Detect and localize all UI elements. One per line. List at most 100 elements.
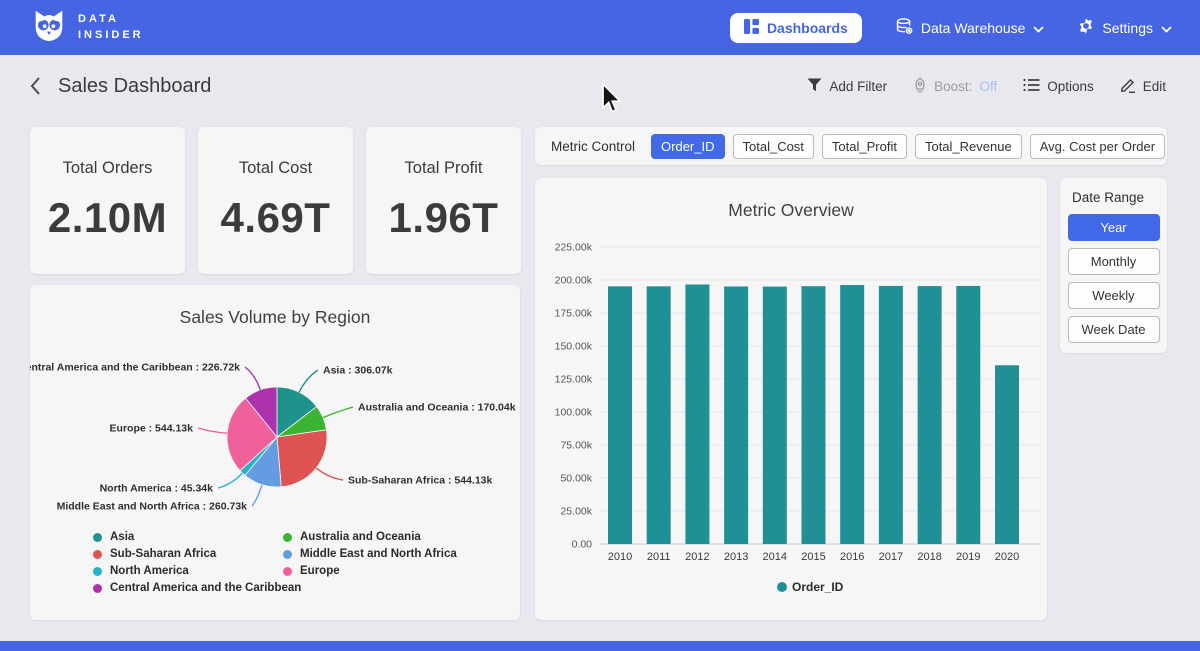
date-range-option[interactable]: Weekly xyxy=(1068,282,1160,309)
svg-text:125.00k: 125.00k xyxy=(555,374,593,386)
svg-text:2011: 2011 xyxy=(647,551,671,563)
list-options-icon xyxy=(1023,78,1040,95)
pie-label: Sub-Saharan Africa : 544.13k xyxy=(348,475,492,487)
data-warehouse-menu[interactable]: Data Warehouse xyxy=(896,18,1045,38)
legend-label: Central America and the Caribbean xyxy=(110,582,301,594)
bar-2019[interactable] xyxy=(956,286,980,544)
svg-text:2010: 2010 xyxy=(608,551,632,563)
svg-text:2019: 2019 xyxy=(956,551,980,563)
svg-text:150.00k: 150.00k xyxy=(555,341,593,353)
settings-menu[interactable]: Settings xyxy=(1078,18,1172,37)
pie-legend-item[interactable]: Asia xyxy=(93,531,278,543)
pie-legend-item[interactable]: Middle East and North Africa xyxy=(283,548,457,560)
pie-legend-item[interactable]: Sub-Saharan Africa xyxy=(93,548,278,560)
bar-2014[interactable] xyxy=(763,287,787,544)
brand-logo: DATA INSIDER xyxy=(30,6,144,49)
svg-text:75.00k: 75.00k xyxy=(560,440,592,452)
bar-chart[interactable]: 225.00k 200.00k 175.00k 150.00k 125.00k 100.0… xyxy=(535,178,1047,620)
pie-legend-item[interactable]: Central America and the Caribbean xyxy=(93,582,278,594)
edit-button[interactable]: Edit xyxy=(1120,77,1166,96)
svg-text:0.00: 0.00 xyxy=(572,539,593,551)
svg-text:2013: 2013 xyxy=(724,551,748,563)
metric-overview-chart-card: Metric Overview 225.00k200.00k175.00k150… xyxy=(535,178,1047,620)
pie-legend-item[interactable]: North America xyxy=(93,565,278,577)
metric-control-bar: Metric Control Order_IDTotal_CostTotal_P… xyxy=(535,127,1167,165)
date-range-panel: Date Range YearMonthlyWeeklyWeek Date xyxy=(1060,178,1167,353)
svg-text:100.00k: 100.00k xyxy=(555,407,593,419)
legend-dot xyxy=(283,533,292,542)
bar-legend-label: Order_ID xyxy=(792,580,844,594)
bar-2013[interactable] xyxy=(724,286,748,544)
add-filter-button[interactable]: Add Filter xyxy=(807,78,887,95)
pie-legend: Asia Sub-Saharan Africa North America Centr… xyxy=(30,531,520,594)
options-button[interactable]: Options xyxy=(1023,78,1094,95)
legend-dot xyxy=(93,533,102,542)
bar-2017[interactable] xyxy=(879,286,903,544)
back-button[interactable] xyxy=(28,75,42,97)
legend-dot xyxy=(93,584,102,593)
dashboard-grid-icon xyxy=(744,19,759,37)
owl-logo-icon xyxy=(30,6,68,49)
kpi-card-total-cost: Total Cost 4.69T xyxy=(198,127,353,274)
svg-text:175.00k: 175.00k xyxy=(555,308,593,320)
chevron-down-icon xyxy=(1033,20,1044,36)
legend-label: Europe xyxy=(300,565,340,577)
bar-2012[interactable] xyxy=(685,284,709,544)
top-navbar: DATA INSIDER Dashboards xyxy=(0,0,1200,55)
kpi-value: 2.10M xyxy=(30,194,185,242)
legend-dot xyxy=(283,567,292,576)
metric-chip[interactable]: Total_Revenue xyxy=(915,134,1022,159)
bar-2016[interactable] xyxy=(840,285,864,544)
svg-text:2014: 2014 xyxy=(763,551,787,563)
svg-text:2018: 2018 xyxy=(917,551,941,563)
dashboards-button[interactable]: Dashboards xyxy=(730,13,862,43)
dashboards-label: Dashboards xyxy=(767,20,848,36)
pie-legend-item[interactable]: Australia and Oceania xyxy=(283,531,457,543)
footer-strip xyxy=(0,641,1200,651)
kpi-label: Total Orders xyxy=(30,159,185,178)
bar-2020[interactable] xyxy=(995,365,1019,544)
svg-text:225.00k: 225.00k xyxy=(555,242,593,254)
pie-label: Europe : 544.13k xyxy=(110,423,194,435)
pie-label: Australia and Oceania : 170.04k xyxy=(358,402,516,414)
legend-dot xyxy=(93,550,102,559)
settings-label: Settings xyxy=(1102,20,1153,36)
pie-chart[interactable]: Asia : 306.07kAustralia and Oceania : 17… xyxy=(30,327,520,527)
metric-chip-group: Order_ID Total_Cost Total_Profit Total_Reve… xyxy=(651,134,1165,159)
bar-2015[interactable] xyxy=(802,286,826,544)
pie-slice[interactable] xyxy=(277,430,327,487)
pie-label: North America : 45.34k xyxy=(100,483,214,495)
bar-2018[interactable] xyxy=(918,286,942,544)
kpi-value: 4.69T xyxy=(198,194,353,242)
kpi-label: Total Profit xyxy=(366,159,521,178)
svg-text:25.00k: 25.00k xyxy=(560,506,592,518)
bar-2010[interactable] xyxy=(608,286,632,544)
bar-2011[interactable] xyxy=(647,286,671,544)
sales-volume-chart-card: Sales Volume by Region Asia : 306.07kAus… xyxy=(30,285,520,620)
svg-text:50.00k: 50.00k xyxy=(560,473,592,485)
bar-legend-dot xyxy=(777,582,787,592)
boost-toggle[interactable]: Boost: Off xyxy=(913,77,997,96)
pie-label: Middle East and North Africa : 260.73k xyxy=(57,501,248,513)
svg-text:2012: 2012 xyxy=(685,551,709,563)
svg-text:2016: 2016 xyxy=(840,551,864,563)
date-range-option[interactable]: Week Date xyxy=(1068,316,1160,343)
data-warehouse-label: Data Warehouse xyxy=(921,20,1026,36)
date-range-options: Year Monthly Weekly Week Date xyxy=(1067,214,1160,343)
legend-label: Asia xyxy=(110,531,134,543)
metric-chip[interactable]: Total_Cost xyxy=(733,134,814,159)
kpi-card-total-profit: Total Profit 1.96T xyxy=(366,127,521,274)
page-header: Sales Dashboard Add Filter Boost: Off xyxy=(0,55,1200,117)
brand-name: DATA INSIDER xyxy=(78,12,144,44)
metric-chip[interactable]: Avg. Cost per Order xyxy=(1030,134,1165,159)
date-range-option[interactable]: Year xyxy=(1068,214,1160,241)
chevron-down-icon xyxy=(1161,20,1172,36)
date-range-option[interactable]: Monthly xyxy=(1068,248,1160,275)
pencil-edit-icon xyxy=(1120,77,1136,96)
pie-legend-item[interactable]: Europe xyxy=(283,565,457,577)
legend-label: North America xyxy=(110,565,189,577)
metric-chip[interactable]: Order_ID xyxy=(651,134,724,159)
pie-label: Central America and the Caribbean : 226.… xyxy=(30,362,240,374)
metric-chip[interactable]: Total_Profit xyxy=(822,134,907,159)
svg-text:200.00k: 200.00k xyxy=(555,275,593,287)
